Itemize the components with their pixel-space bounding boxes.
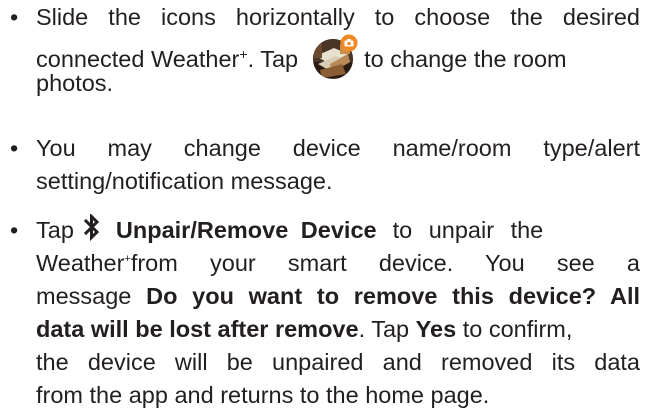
text-line: setting/notification message.: [36, 165, 640, 198]
bullet-marker: •: [10, 4, 19, 30]
text-segment: Slide the icons horizontally to choose t…: [36, 4, 640, 30]
bullet-marker: •: [10, 217, 19, 243]
unpair-remove-device-label: Unpair/Remove Device: [115, 217, 377, 243]
bullet-marker: •: [10, 135, 19, 161]
text-line: Tap Unpair/Remove Device to unpair the: [36, 212, 640, 247]
yes-label: Yes: [415, 316, 457, 342]
list-item-text: Tap Unpair/Remove Device to unpair the We…: [36, 212, 640, 412]
text-line: data will be lost after remove. Tap Yes …: [36, 313, 640, 346]
room-photo-camera-icon[interactable]: [312, 34, 358, 80]
confirm-message-text: data will be lost after remove: [36, 316, 359, 342]
text-line: Weather+from your smart device. You see …: [36, 247, 640, 280]
text-segment: . Tap: [358, 316, 410, 342]
text-segment: You may change device name/room type/ale…: [36, 135, 640, 161]
text-segment: photos.: [36, 70, 114, 96]
text-line: the device will be unpaired and removed …: [36, 346, 640, 379]
list-item-text: You may change device name/room type/ale…: [36, 132, 640, 198]
text-segment: to unpair the: [392, 217, 544, 243]
list-item: • You may change device name/room type/a…: [10, 132, 640, 198]
text-segment: from the app and returns to the home pag…: [36, 382, 490, 408]
text-segment: the device will be unpaired and removed …: [36, 349, 640, 375]
text-segment: to confirm,: [462, 316, 573, 342]
text-segment: message: [36, 283, 132, 309]
text-line: connected Weather+. Tap to change the ro…: [36, 34, 640, 79]
text-segment: . Tap: [247, 46, 299, 72]
text-line: message Do you want to remove this devic…: [36, 280, 640, 313]
superscript-plus: +: [239, 46, 248, 62]
text-segment: Tap: [36, 217, 74, 243]
text-line: from the app and returns to the home pag…: [36, 379, 640, 412]
text-segment: Weather: [36, 250, 125, 276]
confirm-message-text: Do you want to remove this device? All: [146, 283, 641, 309]
instruction-list: • Slide the icons horizontally to choose…: [0, 0, 649, 415]
text-line: Slide the icons horizontally to choose t…: [36, 1, 640, 34]
text-line: You may change device name/room type/ale…: [36, 132, 640, 165]
list-item: • Tap Unpair/Remove Device to unpair the …: [10, 212, 640, 414]
list-item-text: Slide the icons horizontally to choose t…: [36, 1, 640, 100]
text-segment: setting/notification message.: [36, 168, 333, 194]
bluetooth-icon: [82, 212, 102, 251]
list-item: • Slide the icons horizontally to choose…: [10, 1, 640, 101]
text-segment: from your smart device. You see a: [130, 250, 640, 276]
text-segment: to change the room: [364, 46, 567, 72]
